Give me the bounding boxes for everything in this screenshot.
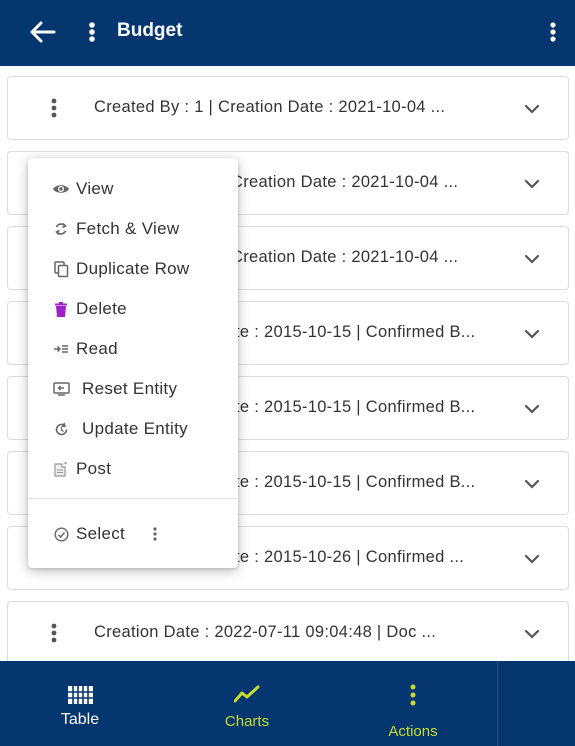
menu-item-label: Post bbox=[76, 459, 112, 478]
sync-icon bbox=[52, 220, 70, 238]
menu-item-delete[interactable]: Delete bbox=[28, 289, 238, 329]
row-summary: Creation Date : 2021-10-04 ... bbox=[231, 173, 459, 191]
tab-actions[interactable]: Actions bbox=[333, 661, 493, 746]
menu-divider bbox=[28, 498, 238, 499]
row-summary: Creation Date : 2022-07-11 09:04:48 | Do… bbox=[94, 623, 437, 641]
menu-item-label: Fetch & View bbox=[76, 219, 180, 238]
chevron-down-icon[interactable] bbox=[520, 247, 544, 271]
eye-icon bbox=[52, 180, 70, 198]
menu-item-label: Duplicate Row bbox=[76, 259, 190, 278]
chevron-down-icon[interactable] bbox=[520, 472, 544, 496]
bottom-nav: Table Charts Actions bbox=[0, 661, 575, 746]
menu-item-label: Read bbox=[76, 339, 118, 358]
chevron-down-icon[interactable] bbox=[520, 97, 544, 121]
tab-table[interactable]: Table bbox=[0, 661, 160, 746]
nav-divider bbox=[497, 661, 498, 746]
tab-label: Charts bbox=[224, 713, 270, 730]
menu-item-select[interactable]: Select bbox=[28, 514, 138, 554]
row-summary: te : 2015-10-15 | Confirmed B... bbox=[235, 323, 476, 341]
row-summary: te : 2015-10-26 | Confirmed ... bbox=[235, 548, 465, 566]
menu-item-label: Delete bbox=[76, 299, 127, 318]
app-bar: Budget bbox=[0, 0, 575, 66]
chevron-down-icon[interactable] bbox=[520, 547, 544, 571]
tab-charts[interactable]: Charts bbox=[167, 661, 327, 746]
chevron-down-icon[interactable] bbox=[520, 322, 544, 346]
row-summary: Creation Date : 2021-10-04 ... bbox=[231, 248, 459, 266]
row-summary: te : 2015-10-15 | Confirmed B... bbox=[235, 473, 476, 491]
tab-label: Actions bbox=[388, 723, 438, 740]
menu-item-read[interactable]: Read bbox=[28, 329, 238, 369]
list-item[interactable]: Creation Date : 2022-07-11 09:04:48 | Do… bbox=[7, 601, 569, 661]
page-title: Budget bbox=[117, 20, 183, 41]
copy-icon bbox=[52, 260, 70, 278]
row-summary: te : 2015-10-15 | Confirmed B... bbox=[235, 398, 476, 416]
tab-label: Table bbox=[60, 711, 100, 728]
menu-item-label: View bbox=[76, 179, 114, 198]
menu-item-reset-entity[interactable]: Reset Entity bbox=[28, 369, 238, 409]
line-chart-icon bbox=[233, 685, 260, 708]
overflow-menu-icon[interactable] bbox=[543, 17, 563, 47]
trash-icon bbox=[52, 300, 70, 318]
update-icon bbox=[52, 420, 70, 438]
row-summary: Created By : 1 | Creation Date : 2021-10… bbox=[94, 98, 446, 116]
post-icon bbox=[52, 460, 70, 478]
menu-item-post[interactable]: Post bbox=[28, 449, 238, 489]
reset-icon bbox=[52, 380, 70, 398]
chevron-down-icon[interactable] bbox=[520, 172, 544, 196]
row-menu-icon[interactable] bbox=[44, 619, 64, 647]
chevron-down-icon[interactable] bbox=[520, 397, 544, 421]
read-icon bbox=[52, 340, 70, 358]
menu-item-label: Select bbox=[76, 524, 126, 543]
row-context-menu: View Fetch & View Duplicate Row Delete R… bbox=[28, 158, 238, 568]
menu-item-view[interactable]: View bbox=[28, 169, 238, 209]
menu-item-duplicate-row[interactable]: Duplicate Row bbox=[28, 249, 238, 289]
list-item[interactable]: Created By : 1 | Creation Date : 2021-10… bbox=[7, 76, 569, 140]
menu-item-label: Update Entity bbox=[82, 419, 188, 438]
check-circle-icon bbox=[52, 525, 70, 543]
menu-item-fetch-view[interactable]: Fetch & View bbox=[28, 209, 238, 249]
table-grid-icon bbox=[68, 686, 93, 709]
menu-item-update-entity[interactable]: Update Entity bbox=[28, 409, 238, 449]
row-menu-icon[interactable] bbox=[44, 94, 64, 122]
select-options-icon[interactable] bbox=[148, 524, 162, 544]
more-vert-icon bbox=[410, 684, 416, 711]
back-arrow-icon[interactable] bbox=[28, 17, 58, 47]
more-vert-icon[interactable] bbox=[82, 17, 102, 47]
chevron-down-icon[interactable] bbox=[520, 622, 544, 646]
menu-item-label: Reset Entity bbox=[82, 379, 178, 398]
